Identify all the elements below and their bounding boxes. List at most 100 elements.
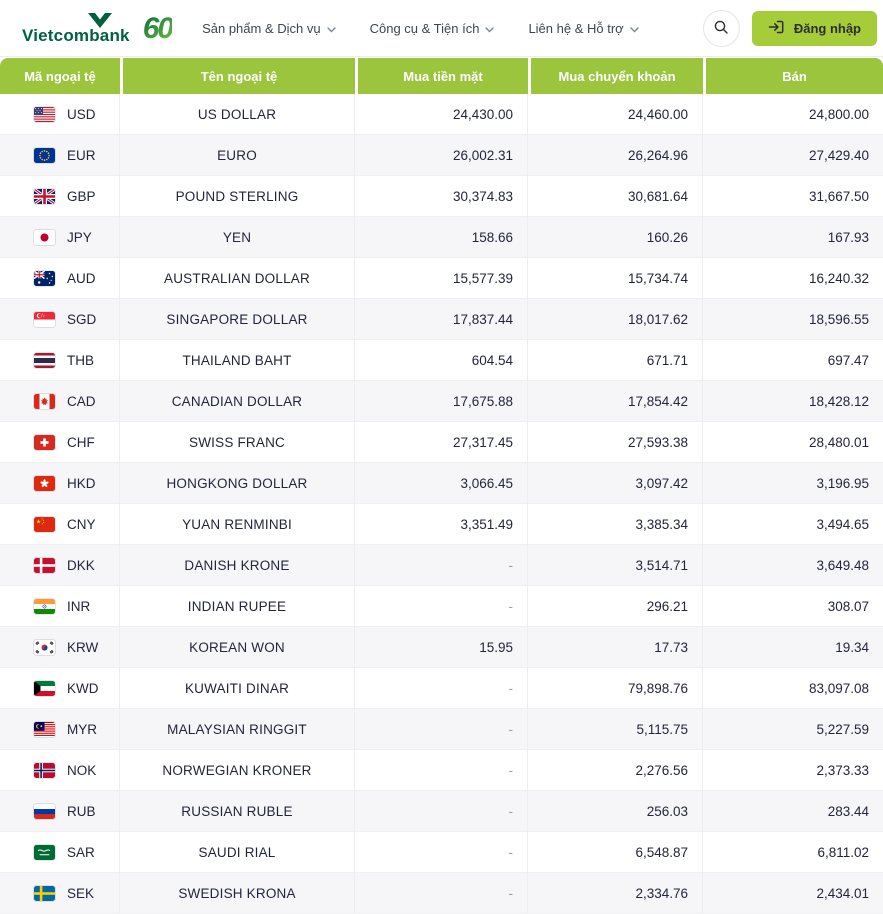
vietcombank-v-emblem-icon: [88, 13, 112, 33]
sell-value: 308.07: [703, 586, 883, 627]
buy-cash-value: -: [355, 545, 528, 586]
buy-transfer-value: 18,017.62: [528, 299, 703, 340]
chevron-down-icon: [327, 21, 336, 36]
buy-transfer-value: 26,264.96: [528, 135, 703, 176]
buy-transfer-value: 2,334.76: [528, 873, 703, 914]
currency-code: KWD: [67, 681, 99, 696]
buy-transfer-value: 15,734.74: [528, 258, 703, 299]
buy-cash-value: -: [355, 873, 528, 914]
currency-name: SWISS FRANC: [120, 422, 355, 463]
sell-value: 16,240.32: [703, 258, 883, 299]
sell-value: 167.93: [703, 217, 883, 258]
currency-name: AUSTRALIAN DOLLAR: [120, 258, 355, 299]
buy-cash-value: 15,577.39: [355, 258, 528, 299]
currency-code: JPY: [67, 230, 92, 245]
kr-flag-icon: [34, 640, 55, 655]
table-row: JPY YEN 158.66 160.26 167.93: [0, 217, 883, 258]
sell-value: 697.47: [703, 340, 883, 381]
table-row: GBP POUND STERLING 30,374.83 30,681.64 3…: [0, 176, 883, 217]
column-header-buy-cash: Mua tiền mặt: [355, 58, 528, 94]
login-label: Đăng nhập: [794, 21, 861, 36]
buy-transfer-value: 671.71: [528, 340, 703, 381]
sell-value: 28,480.01: [703, 422, 883, 463]
buy-transfer-value: 2,276.56: [528, 750, 703, 791]
vietcombank-logo[interactable]: Vietcombank 60: [22, 13, 172, 44]
buy-cash-value: 26,002.31: [355, 135, 528, 176]
ca-flag-icon: [34, 394, 55, 409]
buy-cash-value: 17,837.44: [355, 299, 528, 340]
buy-transfer-value: 3,514.71: [528, 545, 703, 586]
buy-cash-value: 604.54: [355, 340, 528, 381]
dk-flag-icon: [34, 558, 55, 573]
currency-name: DANISH KRONE: [120, 545, 355, 586]
nav-item-products-services[interactable]: Sản phẩm & Dịch vụ: [202, 21, 336, 36]
nav-item-tools-utilities[interactable]: Công cụ & Tiện ích: [370, 21, 495, 36]
currency-code: GBP: [67, 189, 96, 204]
currency-code: CNY: [67, 517, 96, 532]
sell-value: 3,649.48: [703, 545, 883, 586]
currency-code: DKK: [67, 558, 95, 573]
buy-transfer-value: 160.26: [528, 217, 703, 258]
ch-flag-icon: [34, 435, 55, 450]
buy-cash-value: -: [355, 586, 528, 627]
buy-transfer-value: 5,115.75: [528, 709, 703, 750]
table-row: KRW KOREAN WON 15.95 17.73 19.34: [0, 627, 883, 668]
eu-flag-icon: [34, 148, 55, 163]
buy-cash-value: -: [355, 791, 528, 832]
nav-item-label: Công cụ & Tiện ích: [370, 21, 480, 36]
sell-value: 283.44: [703, 791, 883, 832]
sell-value: 2,434.01: [703, 873, 883, 914]
jp-flag-icon: [34, 230, 55, 245]
currency-name: NORWEGIAN KRONER: [120, 750, 355, 791]
main-nav: Sản phẩm & Dịch vụ Công cụ & Tiện ích Li…: [202, 21, 639, 36]
buy-transfer-value: 3,385.34: [528, 504, 703, 545]
rate-table-body: USD US DOLLAR 24,430.00 24,460.00 24,800…: [0, 94, 883, 914]
login-button[interactable]: Đăng nhập: [752, 11, 877, 46]
table-row: CAD CANADIAN DOLLAR 17,675.88 17,854.42 …: [0, 381, 883, 422]
nav-item-label: Sản phẩm & Dịch vụ: [202, 21, 321, 36]
currency-name: EURO: [120, 135, 355, 176]
column-header-currency-name: Tên ngoại tệ: [120, 58, 355, 94]
search-button[interactable]: [703, 10, 740, 47]
buy-cash-value: 17,675.88: [355, 381, 528, 422]
currency-code: EUR: [67, 148, 96, 163]
currency-name: RUSSIAN RUBLE: [120, 791, 355, 832]
buy-cash-value: -: [355, 709, 528, 750]
login-icon: [768, 19, 785, 38]
table-row: INR INDIAN RUPEE - 296.21 308.07: [0, 586, 883, 627]
gb-flag-icon: [34, 189, 55, 204]
table-row: CNY YUAN RENMINBI 3,351.49 3,385.34 3,49…: [0, 504, 883, 545]
chevron-down-icon: [630, 21, 639, 36]
se-flag-icon: [34, 886, 55, 901]
nav-item-contact-support[interactable]: Liên hệ & Hỗ trợ: [528, 21, 638, 36]
sell-value: 31,667.50: [703, 176, 883, 217]
currency-name: US DOLLAR: [120, 94, 355, 135]
table-row: THB THAILAND BAHT 604.54 671.71 697.47: [0, 340, 883, 381]
currency-code: USD: [67, 107, 96, 122]
sell-value: 5,227.59: [703, 709, 883, 750]
sell-value: 6,811.02: [703, 832, 883, 873]
currency-code: INR: [67, 599, 90, 614]
currency-name: CANADIAN DOLLAR: [120, 381, 355, 422]
sell-value: 2,373.33: [703, 750, 883, 791]
column-header-currency-code: Mã ngoại tệ: [0, 58, 120, 94]
sell-value: 19.34: [703, 627, 883, 668]
table-row: KWD KUWAITI DINAR - 79,898.76 83,097.08: [0, 668, 883, 709]
kw-flag-icon: [34, 681, 55, 696]
buy-transfer-value: 27,593.38: [528, 422, 703, 463]
au-flag-icon: [34, 271, 55, 286]
us-flag-icon: [34, 107, 55, 122]
currency-code: RUB: [67, 804, 96, 819]
buy-cash-value: 24,430.00: [355, 94, 528, 135]
cn-flag-icon: [34, 517, 55, 532]
buy-transfer-value: 3,097.42: [528, 463, 703, 504]
sell-value: 3,196.95: [703, 463, 883, 504]
sell-value: 24,800.00: [703, 94, 883, 135]
sell-value: 83,097.08: [703, 668, 883, 709]
buy-cash-value: -: [355, 750, 528, 791]
brand-name: Vietcombank: [22, 13, 130, 44]
buy-cash-value: 3,066.45: [355, 463, 528, 504]
column-header-sell: Bán: [703, 58, 883, 94]
currency-code: CAD: [67, 394, 96, 409]
table-row: SEK SWEDISH KRONA - 2,334.76 2,434.01: [0, 873, 883, 914]
